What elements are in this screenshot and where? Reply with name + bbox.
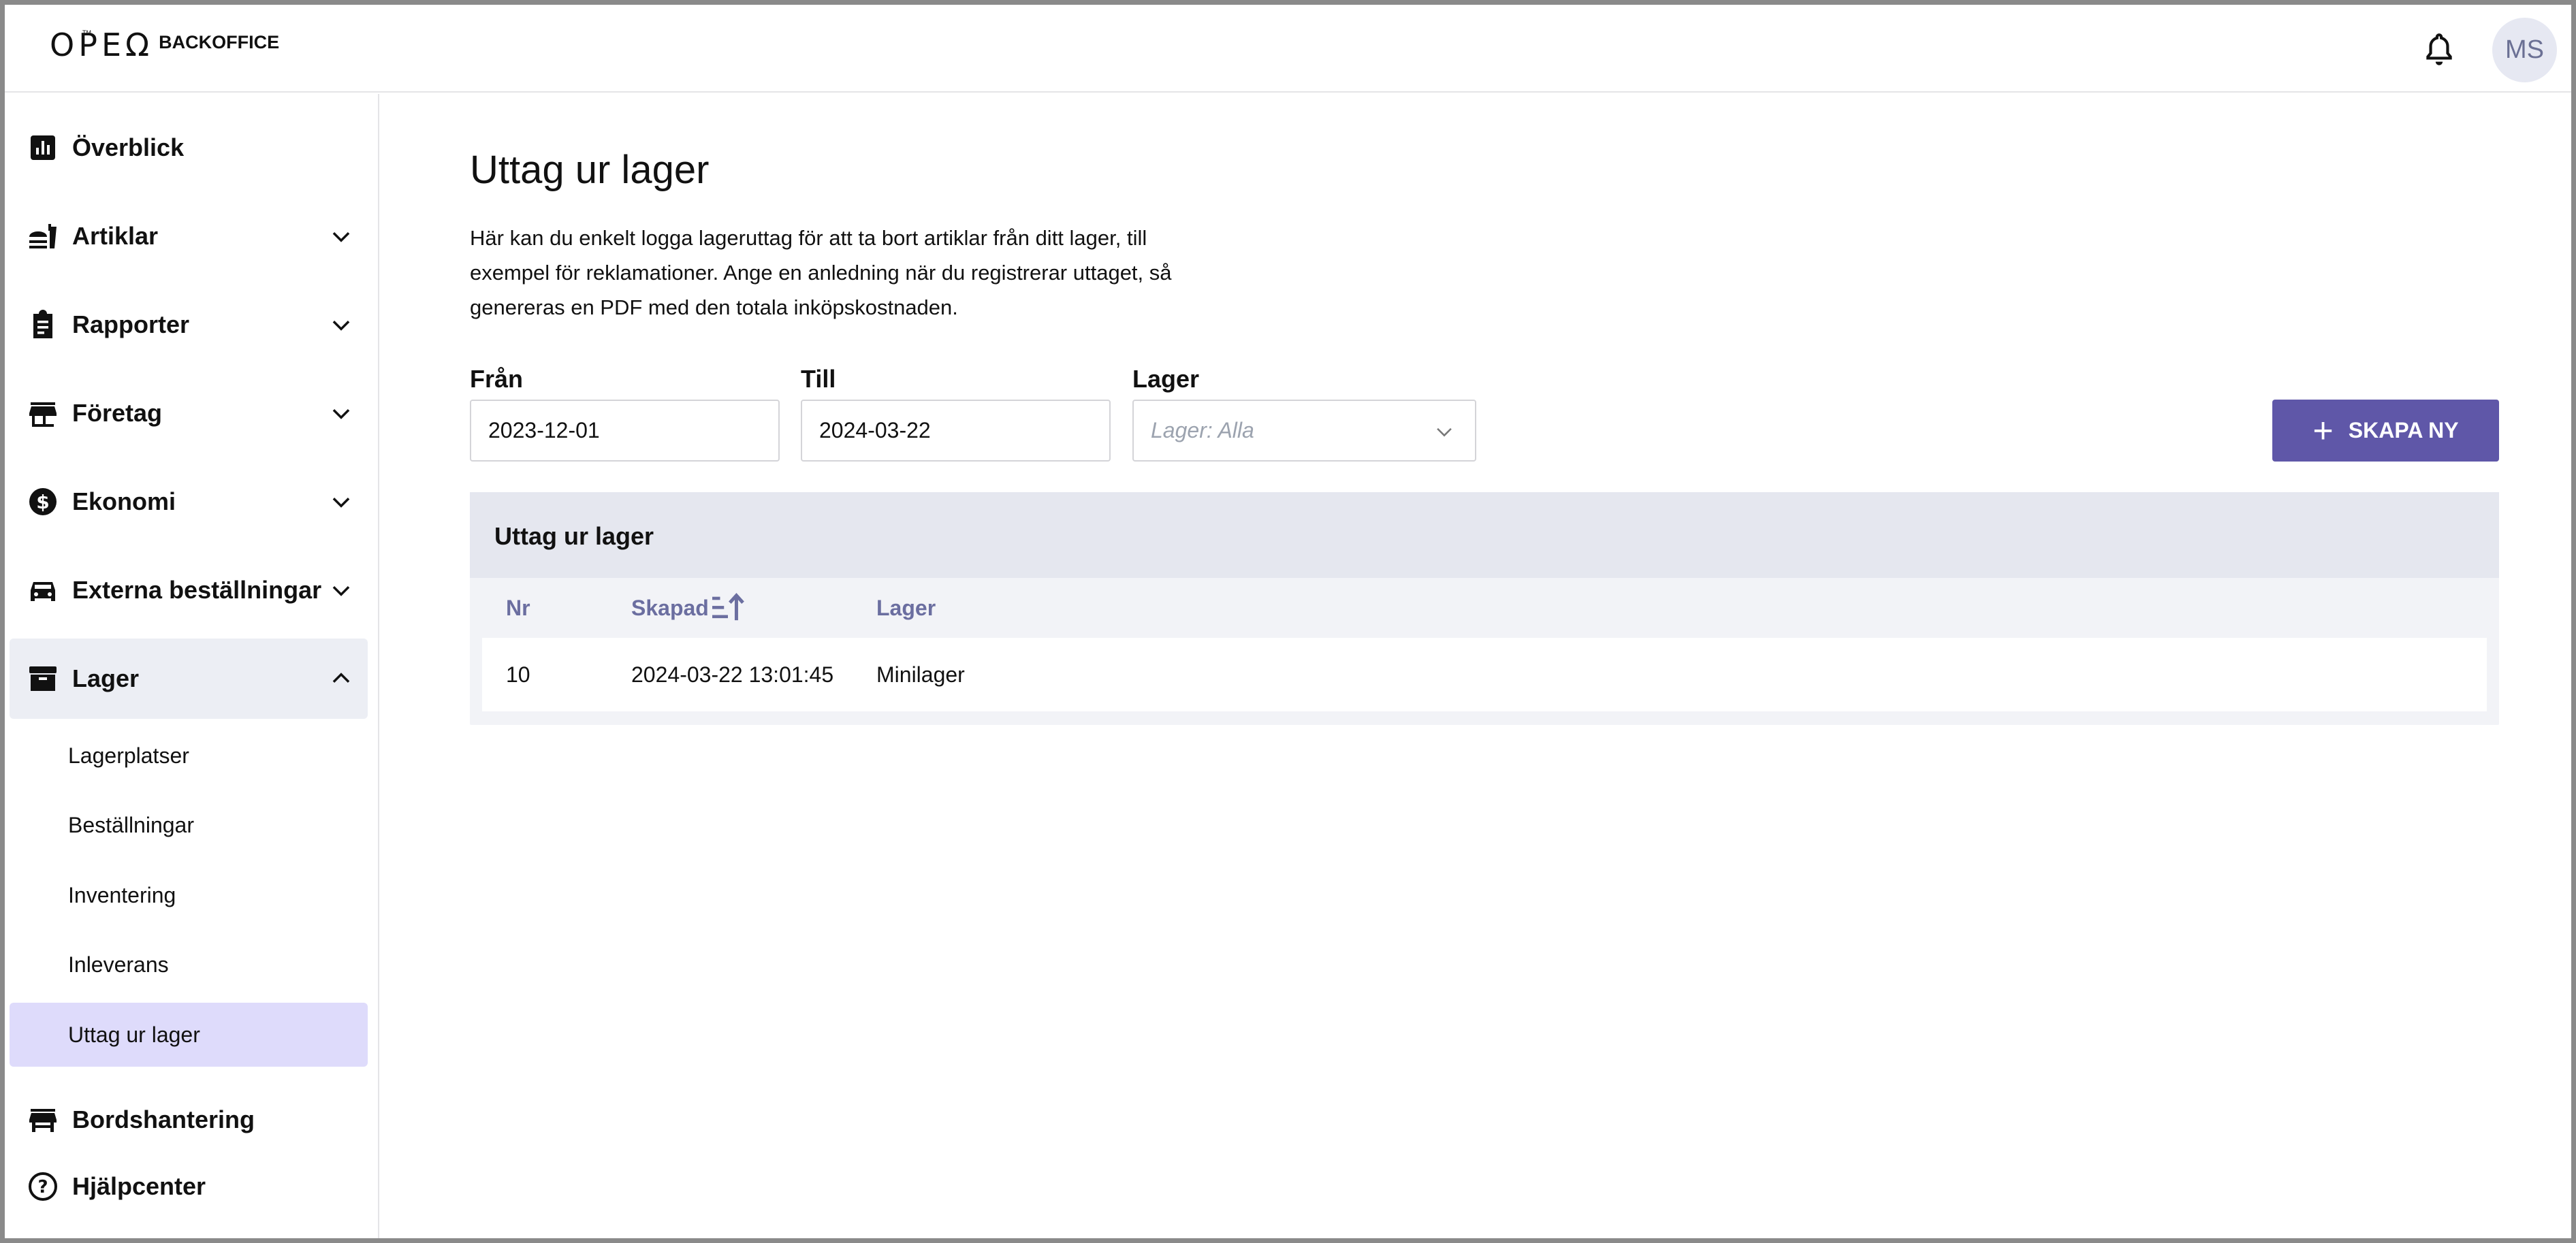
sidebar-subitem-lagerplatser[interactable]: Lagerplatser — [10, 724, 368, 788]
sidebar-item-label: Företag — [72, 399, 163, 427]
sidebar-item-label: Rapporter — [72, 310, 190, 338]
create-new-label: SKAPA NY — [2348, 418, 2459, 442]
logo-mark: ΟΡΕΩ — [50, 27, 154, 63]
sidebar-item-ekonomi[interactable]: $ Ekonomi — [10, 462, 368, 542]
sidebar-subitem-inventering[interactable]: Inventering — [10, 863, 368, 927]
chevron-down-icon — [332, 232, 350, 242]
lager-label: Lager — [1132, 365, 1200, 393]
sidebar-subitem-bestallningar[interactable]: Beställningar — [10, 793, 368, 857]
chevron-down-icon — [332, 586, 350, 596]
withdrawals-table: Uttag ur lager Nr Skapad Lager 10 2024-0… — [470, 492, 2499, 725]
car-icon — [31, 582, 55, 601]
sidebar-item-rapporter[interactable]: Rapporter — [10, 285, 368, 365]
table-icon — [29, 1109, 57, 1132]
help-icon: ? — [29, 1172, 57, 1201]
sidebar-subitem-label: Beställningar — [68, 812, 194, 837]
sidebar-subitem-uttag-ur-lager[interactable]: Uttag ur lager — [10, 1003, 368, 1067]
chevron-down-icon — [332, 409, 350, 419]
sidebar-item-foretag[interactable]: Företag — [10, 373, 368, 453]
cell-skapad: 2024-03-22 13:01:45 — [631, 662, 834, 687]
chevron-down-icon — [332, 498, 350, 508]
from-date-input[interactable]: 2023-12-01 — [470, 400, 780, 462]
sidebar-subitem-label: Inventering — [68, 882, 176, 907]
sidebar-item-artiklar[interactable]: Artiklar — [10, 196, 368, 276]
to-label: Till — [801, 365, 836, 393]
sidebar-subitem-label: Inleverans — [68, 952, 169, 977]
column-header-nr[interactable]: Nr — [506, 596, 530, 621]
sidebar-item-externa-bestallningar[interactable]: Externa beställningar — [10, 550, 368, 630]
svg-text:?: ? — [37, 1177, 48, 1197]
lager-select-placeholder: Lager: Alla — [1151, 418, 1254, 442]
bell-icon[interactable] — [2422, 32, 2456, 69]
sort-ascending-icon[interactable] — [711, 592, 745, 623]
sidebar-item-label: Överblick — [72, 133, 185, 161]
column-header-skapad[interactable]: Skapad — [631, 596, 709, 621]
table-row[interactable]: 10 2024-03-22 13:01:45 Minilager — [482, 638, 2487, 711]
logo-text: BACKOFFICE — [159, 32, 280, 52]
sidebar-subitem-inleverans[interactable]: Inleverans — [10, 933, 368, 997]
svg-text:$: $ — [36, 491, 49, 513]
sidebar-item-label: Hjälpcenter — [72, 1172, 206, 1200]
sidebar-item-label: Ekonomi — [72, 487, 176, 515]
logo-trademark: TM — [82, 29, 91, 36]
fastfood-icon — [29, 224, 57, 248]
sidebar-item-label: Artiklar — [72, 222, 159, 250]
create-new-button[interactable]: + SKAPA NY — [2272, 400, 2499, 462]
cell-lager: Minilager — [876, 662, 965, 687]
table-header: Uttag ur lager — [470, 492, 2499, 578]
page-description: Här kan du enkelt logga lageruttag för a… — [470, 226, 1172, 319]
bar-chart-icon — [31, 135, 55, 160]
top-header: ΟΡΕΩ BACKOFFICE TM MS — [5, 5, 2571, 93]
main-content: Uttag ur lager Här kan du enkelt logga l… — [381, 94, 2571, 1238]
from-label: Från — [470, 365, 524, 393]
chevron-down-icon — [1437, 427, 1452, 437]
table-title: Uttag ur lager — [494, 522, 654, 550]
plus-icon: + — [2312, 410, 2334, 451]
sidebar-item-overblick[interactable]: Överblick — [10, 108, 368, 188]
clipboard-icon — [33, 310, 52, 338]
app-window: ΟΡΕΩ BACKOFFICE TM MS Överblick Artiklar… — [5, 5, 2571, 1238]
sidebar-item-label: Bordshantering — [72, 1105, 255, 1133]
user-avatar[interactable]: MS — [2492, 18, 2557, 82]
sidebar-item-label: Lager — [72, 664, 140, 692]
sidebar-item-label: Externa beställningar — [72, 576, 322, 604]
sidebar-subitem-label: Lagerplatser — [68, 743, 189, 768]
cell-nr: 10 — [506, 662, 530, 687]
sidebar-item-lager[interactable]: Lager — [10, 639, 368, 719]
sidebar: Överblick Artiklar Rapporter Företag $ E… — [5, 94, 379, 1238]
sidebar-subitem-label: Uttag ur lager — [68, 1022, 200, 1047]
page-title: Uttag ur lager — [470, 148, 710, 192]
chevron-up-icon — [332, 673, 350, 683]
sidebar-item-hjalpcenter[interactable]: ? Hjälpcenter — [10, 1146, 368, 1227]
chevron-down-icon — [332, 321, 350, 331]
lager-select[interactable]: Lager: Alla — [1132, 400, 1476, 462]
dollar-icon: $ — [29, 488, 57, 515]
column-header-lager[interactable]: Lager — [876, 596, 936, 621]
archive-icon — [29, 666, 57, 691]
store-icon — [29, 402, 57, 427]
to-date-input[interactable]: 2024-03-22 — [801, 400, 1111, 462]
